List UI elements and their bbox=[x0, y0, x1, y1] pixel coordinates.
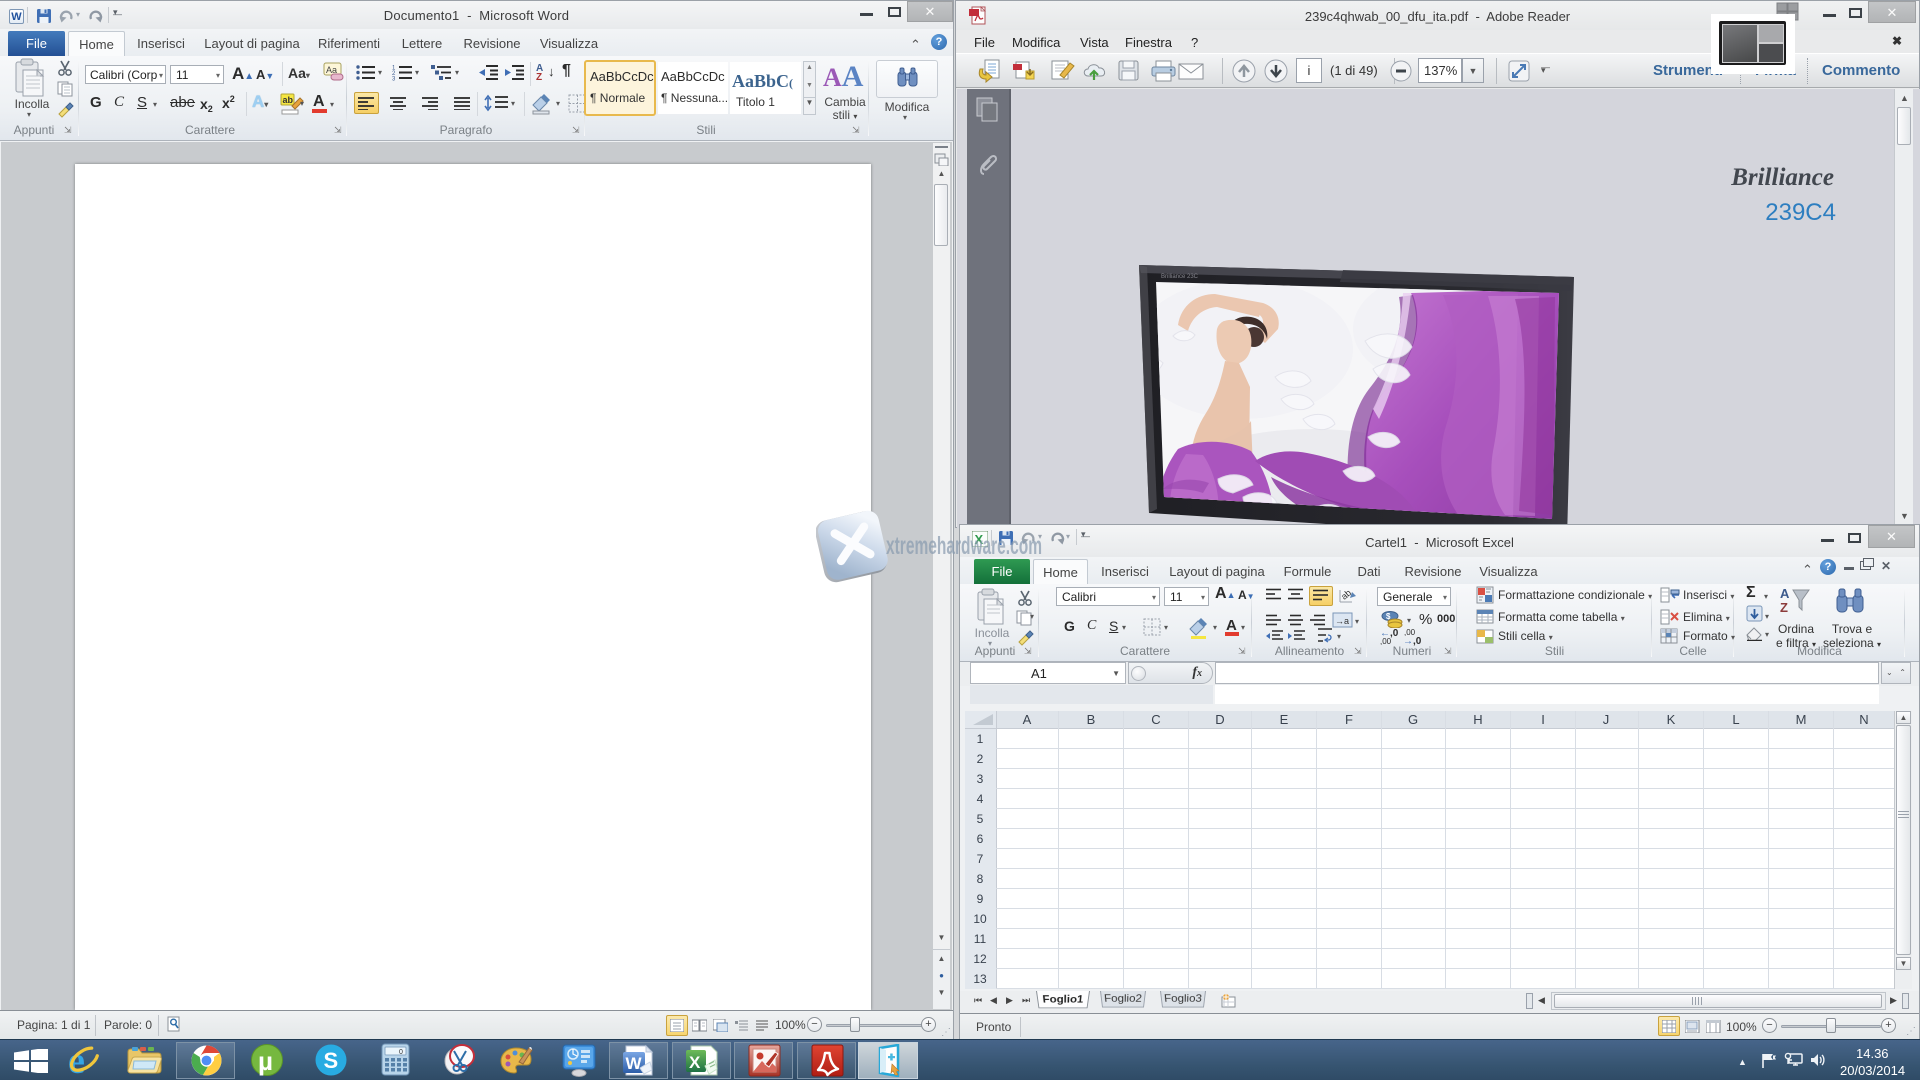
svg-text:K: K bbox=[1667, 712, 1676, 727]
svg-text:Brilliance 23C: Brilliance 23C bbox=[1161, 274, 1199, 280]
svg-text:3: 3 bbox=[977, 772, 984, 786]
svg-text:2: 2 bbox=[977, 752, 984, 766]
svg-text:N: N bbox=[1859, 712, 1868, 727]
svg-text:11: 11 bbox=[974, 932, 987, 946]
svg-text:7: 7 bbox=[977, 852, 984, 866]
svg-text:I: I bbox=[1541, 712, 1545, 727]
svg-text:F: F bbox=[1345, 712, 1353, 727]
svg-text:ab: ab bbox=[283, 95, 294, 105]
svg-text:1: 1 bbox=[977, 732, 984, 746]
svg-text:4: 4 bbox=[977, 792, 984, 806]
svg-text:H: H bbox=[1473, 712, 1482, 727]
svg-text:A: A bbox=[1780, 586, 1790, 601]
svg-text:G: G bbox=[1408, 712, 1418, 727]
svg-text:L: L bbox=[1732, 712, 1739, 727]
svg-text:B: B bbox=[1087, 712, 1096, 727]
svg-text:e: e bbox=[68, 1043, 85, 1077]
svg-text:W: W bbox=[626, 1054, 643, 1073]
svg-text:→a: →a bbox=[1335, 616, 1349, 626]
svg-text:µ: µ bbox=[258, 1046, 273, 1076]
svg-text:0: 0 bbox=[399, 1049, 403, 1056]
svg-text:Z: Z bbox=[1780, 600, 1788, 615]
svg-text:X: X bbox=[689, 1053, 701, 1072]
svg-text:3: 3 bbox=[392, 77, 396, 82]
svg-text:13: 13 bbox=[973, 972, 987, 986]
svg-text:C: C bbox=[1151, 712, 1160, 727]
svg-text:J: J bbox=[1603, 712, 1610, 727]
svg-text:6: 6 bbox=[977, 832, 984, 846]
svg-text:E: E bbox=[1280, 712, 1289, 727]
svg-text:ab: ab bbox=[1339, 588, 1353, 602]
svg-text:5: 5 bbox=[977, 812, 984, 826]
svg-text:8: 8 bbox=[977, 872, 984, 886]
svg-text:12: 12 bbox=[973, 952, 987, 966]
svg-text:xtremehardware.com: xtremehardware.com bbox=[886, 532, 1042, 560]
svg-text:9: 9 bbox=[977, 892, 984, 906]
svg-text:A: A bbox=[1023, 712, 1032, 727]
svg-text:D: D bbox=[1215, 712, 1224, 727]
svg-text:S: S bbox=[324, 1048, 339, 1073]
svg-text:10: 10 bbox=[973, 912, 987, 926]
svg-text:▾: ▾ bbox=[300, 99, 304, 108]
svg-text:M: M bbox=[1796, 712, 1807, 727]
